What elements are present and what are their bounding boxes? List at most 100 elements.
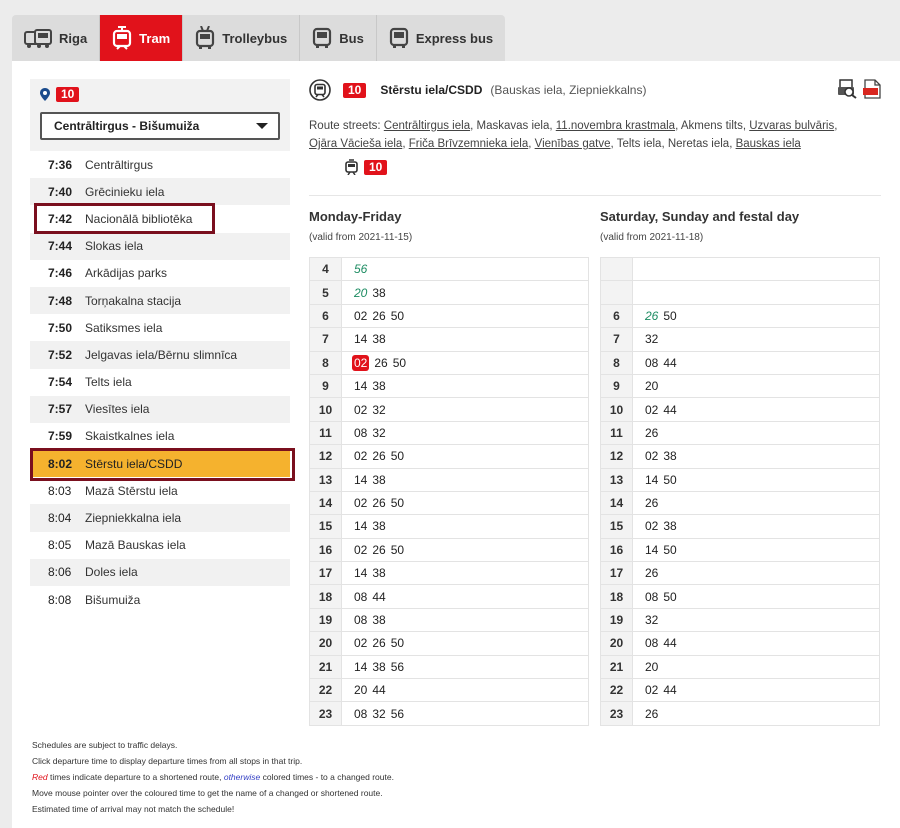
departure-minute[interactable]: 44 [663,636,676,650]
departure-minute[interactable]: 32 [372,403,385,417]
street-link[interactable]: Vienības gatve [535,138,611,150]
departure-minute[interactable]: 02 [645,403,658,417]
departure-minute[interactable]: 08 [354,426,367,440]
departure-minute[interactable]: 38 [372,332,385,346]
stop-item[interactable]: 8:06 Doles iela [30,558,290,586]
departure-minute[interactable]: 50 [391,636,404,650]
departure-minute[interactable]: 38 [372,473,385,487]
pdf-icon[interactable] [863,79,881,99]
stop-item[interactable]: 8:03 Mazā Stērstu iela [30,477,290,505]
departure-minute[interactable]: 44 [663,403,676,417]
departure-minute[interactable]: 20 [354,286,367,300]
departure-minute[interactable]: 56 [354,262,367,276]
departure-minute[interactable]: 56 [391,660,404,674]
departure-minute[interactable]: 02 [645,449,658,463]
departure-minute[interactable]: 02 [354,403,367,417]
stop-item[interactable]: 7:40 Grēcinieku iela [30,178,290,206]
stop-item[interactable]: 7:57 Viesītes iela [30,395,290,423]
departure-minute[interactable]: 20 [354,683,367,697]
stop-item[interactable]: 7:52 Jelgavas iela/Bērnu slimnīca [30,341,290,369]
tab-bus[interactable]: Bus [300,15,377,61]
departure-minute[interactable]: 14 [354,332,367,346]
departure-minute[interactable]: 32 [645,332,658,346]
departure-minute[interactable]: 32 [372,426,385,440]
street-link[interactable]: 11.novembra krastmala [556,120,675,132]
tab-tram[interactable]: Tram [100,15,184,61]
departure-minute[interactable]: 26 [645,496,658,510]
tab-trolleybus[interactable]: Trolleybus [183,15,301,61]
stop-item[interactable]: 8:08 Bišumuiža [30,586,290,614]
departure-minute[interactable]: 44 [663,683,676,697]
departure-minute[interactable]: 50 [391,543,404,557]
departure-minute[interactable]: 26 [645,566,658,580]
departure-minute[interactable]: 50 [391,496,404,510]
departure-minute[interactable]: 08 [645,590,658,604]
street-link[interactable]: Uzvaras bulvāris [749,120,834,132]
departure-minute[interactable]: 02 [354,636,367,650]
departure-minute[interactable]: 50 [663,590,676,604]
departure-minute[interactable]: 32 [645,613,658,627]
departure-minute[interactable]: 44 [663,356,676,370]
departure-minute[interactable]: 20 [645,379,658,393]
departure-minute[interactable]: 38 [372,519,385,533]
departure-minute[interactable]: 50 [393,356,406,370]
departure-minute[interactable]: 38 [663,449,676,463]
stop-item[interactable]: 7:42 Nacionālā bibliotēka [30,205,290,233]
departure-minute[interactable]: 56 [391,707,404,721]
departure-minute[interactable]: 02 [354,543,367,557]
stop-item[interactable]: 7:54 Telts iela [30,368,290,396]
departure-minute[interactable]: 50 [663,309,676,323]
departure-minute[interactable]: 08 [645,356,658,370]
departure-minute[interactable]: 38 [372,566,385,580]
departure-minute[interactable]: 02 [354,309,367,323]
departure-minute[interactable]: 26 [372,636,385,650]
departure-minute[interactable]: 38 [372,660,385,674]
departure-minute[interactable]: 08 [354,613,367,627]
departure-minute[interactable]: 44 [372,683,385,697]
print-search-icon[interactable] [837,79,857,99]
departure-minute[interactable]: 14 [645,543,658,557]
departure-minute[interactable]: 02 [352,354,370,371]
departure-minute[interactable]: 26 [372,543,385,557]
departure-minute[interactable]: 14 [354,566,367,580]
departure-minute[interactable]: 08 [354,707,367,721]
departure-minute[interactable]: 14 [354,473,367,487]
tab-express-bus[interactable]: Express bus [376,15,506,61]
stop-item[interactable]: 8:02 Stērstu iela/CSDD [30,450,290,478]
departure-minute[interactable]: 38 [663,519,676,533]
departure-minute[interactable]: 26 [372,309,385,323]
departure-minute[interactable]: 26 [372,496,385,510]
departure-minute[interactable]: 14 [645,473,658,487]
direction-select[interactable]: Centrāltirgus - Bišumuiža [40,112,280,140]
connection-route-badge[interactable]: 10 [364,159,388,175]
departure-minute[interactable]: 20 [645,660,658,674]
stop-item[interactable]: 8:05 Mazā Bauskas iela [30,531,290,559]
departure-minute[interactable]: 02 [354,496,367,510]
stop-item[interactable]: 8:04 Ziepniekkalna iela [30,504,290,532]
departure-minute[interactable]: 14 [354,660,367,674]
departure-minute[interactable]: 14 [354,379,367,393]
departure-minute[interactable]: 50 [663,543,676,557]
departure-minute[interactable]: 14 [354,519,367,533]
stop-item[interactable]: 7:50 Satiksmes iela [30,314,290,342]
departure-minute[interactable]: 26 [645,309,658,323]
departure-minute[interactable]: 50 [663,473,676,487]
street-link[interactable]: Bauskas iela [736,138,801,150]
stop-item[interactable]: 7:44 Slokas iela [30,232,290,260]
departure-minute[interactable]: 08 [645,636,658,650]
departure-minute[interactable]: 32 [372,707,385,721]
departure-minute[interactable]: 02 [645,519,658,533]
departure-minute[interactable]: 44 [372,590,385,604]
stop-item[interactable]: 7:48 Torņakalna stacija [30,286,290,315]
departure-minute[interactable]: 38 [372,613,385,627]
street-link[interactable]: Ojāra Vācieša iela [309,138,402,150]
tab-riga[interactable]: Riga [12,15,101,61]
stop-item[interactable]: 7:59 Skaistkalnes iela [30,422,290,451]
departure-minute[interactable]: 26 [645,426,658,440]
departure-minute[interactable]: 02 [645,683,658,697]
street-link[interactable]: Friča Brīvzemnieka iela [409,138,529,150]
departure-minute[interactable]: 50 [391,309,404,323]
stop-item[interactable]: 7:46 Arkādijas parks [30,259,290,287]
stop-item[interactable]: 7:36 Centrāltirgus [30,151,290,179]
departure-minute[interactable]: 38 [372,286,385,300]
